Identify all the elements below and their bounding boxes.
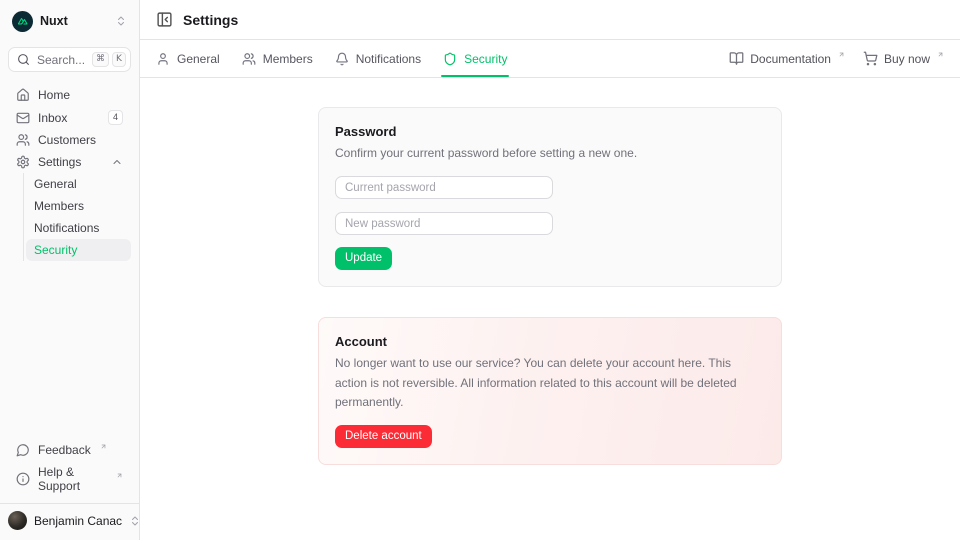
sidebar-item-label: Customers bbox=[38, 133, 96, 147]
documentation-link[interactable]: Documentation bbox=[729, 40, 845, 77]
search-icon bbox=[17, 53, 30, 66]
tab-general[interactable]: General bbox=[156, 40, 220, 77]
settings-subnav: General Members Notifications Security bbox=[23, 173, 131, 261]
tab-label: Members bbox=[263, 52, 313, 66]
user-icon bbox=[156, 52, 170, 66]
sidebar-item-security[interactable]: Security bbox=[26, 239, 131, 261]
tab-members[interactable]: Members bbox=[242, 40, 313, 77]
page-header: Settings bbox=[140, 0, 960, 40]
customers-icon bbox=[16, 133, 30, 147]
inbox-icon bbox=[16, 111, 30, 125]
toolbar-label: Buy now bbox=[884, 52, 930, 66]
panel-left-close-icon bbox=[156, 11, 173, 28]
settings-tabbar: General Members Notifications Security D… bbox=[140, 40, 960, 78]
tab-label: Security bbox=[464, 52, 507, 66]
current-password-field[interactable] bbox=[335, 176, 553, 199]
sidebar-item-feedback[interactable]: Feedback bbox=[8, 439, 131, 461]
sidebar-item-label: Settings bbox=[38, 155, 81, 169]
chevron-up-icon bbox=[111, 156, 123, 168]
info-icon bbox=[16, 472, 30, 486]
tab-label: Notifications bbox=[356, 52, 421, 66]
sidebar-spacer bbox=[8, 261, 131, 439]
sidebar-item-label: Inbox bbox=[38, 111, 67, 125]
buy-now-link[interactable]: Buy now bbox=[863, 40, 944, 77]
sidebar-item-label: Help & Support bbox=[38, 465, 107, 493]
avatar bbox=[8, 511, 27, 530]
password-card-description: Confirm your current password before set… bbox=[335, 144, 765, 163]
tab-label: General bbox=[177, 52, 220, 66]
new-password-field[interactable] bbox=[335, 212, 553, 235]
user-menu[interactable]: Benjamin Canac bbox=[0, 503, 139, 532]
delete-account-button[interactable]: Delete account bbox=[335, 425, 432, 448]
inbox-count-badge: 4 bbox=[108, 110, 123, 125]
user-name: Benjamin Canac bbox=[34, 514, 122, 528]
workspace-selector[interactable]: Nuxt bbox=[8, 8, 131, 34]
users-icon bbox=[242, 52, 256, 66]
sidebar-item-help-support[interactable]: Help & Support bbox=[8, 461, 131, 497]
password-card: Password Confirm your current password b… bbox=[318, 107, 782, 287]
sidebar-item-notifications[interactable]: Notifications bbox=[26, 217, 131, 239]
book-open-icon bbox=[729, 51, 744, 66]
page-title: Settings bbox=[183, 12, 238, 28]
bell-icon bbox=[335, 52, 349, 66]
sidebar: Nuxt Search... ⌘ K Home Inbox 4 Cu bbox=[0, 0, 140, 540]
search-shortcut: ⌘ K bbox=[92, 52, 126, 67]
account-card-description: No longer want to use our service? You c… bbox=[335, 354, 765, 412]
shield-icon bbox=[443, 52, 457, 66]
sidebar-item-home[interactable]: Home bbox=[8, 84, 131, 106]
sidebar-item-inbox[interactable]: Inbox 4 bbox=[8, 106, 131, 129]
workspace-name: Nuxt bbox=[40, 14, 68, 28]
toolbar-label: Documentation bbox=[750, 52, 831, 66]
kbd-meta: ⌘ bbox=[92, 52, 109, 67]
account-card: Account No longer want to use our servic… bbox=[318, 317, 782, 464]
sidebar-item-label: Feedback bbox=[38, 443, 91, 457]
update-button[interactable]: Update bbox=[335, 247, 392, 270]
home-icon bbox=[16, 88, 30, 102]
sidebar-item-label: Home bbox=[38, 88, 70, 102]
tab-notifications[interactable]: Notifications bbox=[335, 40, 421, 77]
account-card-title: Account bbox=[335, 334, 765, 349]
gear-icon bbox=[16, 155, 30, 169]
search-input[interactable]: Search... ⌘ K bbox=[8, 47, 131, 72]
chat-bubble-icon bbox=[16, 443, 30, 457]
sidebar-nav: Home Inbox 4 Customers Settings General … bbox=[8, 84, 131, 261]
app-window: Nuxt Search... ⌘ K Home Inbox 4 Cu bbox=[0, 0, 960, 540]
password-card-title: Password bbox=[335, 124, 765, 139]
external-link-icon bbox=[937, 51, 944, 58]
sidebar-item-members[interactable]: Members bbox=[26, 195, 131, 217]
chevron-up-down-icon bbox=[115, 15, 127, 27]
sidebar-item-settings[interactable]: Settings bbox=[8, 151, 131, 173]
main-panel: Settings General Members Notifications S… bbox=[140, 0, 960, 540]
nuxt-logo bbox=[12, 11, 33, 32]
cart-icon bbox=[863, 51, 878, 66]
external-link-icon bbox=[838, 51, 845, 58]
collapse-sidebar-button[interactable] bbox=[156, 11, 173, 28]
settings-security-content: Password Confirm your current password b… bbox=[140, 78, 960, 540]
tab-security[interactable]: Security bbox=[443, 40, 507, 77]
search-placeholder: Search... bbox=[37, 53, 85, 67]
tabbar-toolbar: Documentation Buy now bbox=[729, 40, 944, 77]
external-link-icon bbox=[116, 472, 123, 479]
sidebar-item-general[interactable]: General bbox=[26, 173, 131, 195]
nuxt-logo-icon bbox=[16, 15, 29, 28]
kbd-k: K bbox=[112, 52, 126, 67]
external-link-icon bbox=[100, 443, 107, 450]
sidebar-item-customers[interactable]: Customers bbox=[8, 129, 131, 151]
